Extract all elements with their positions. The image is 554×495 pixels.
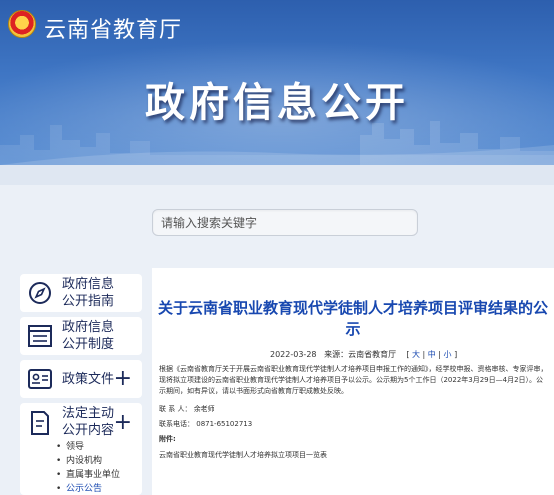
sidebar-sub-list: 领导 内设机构 直属事业单位 公示公告 [56,440,120,495]
banner-divider [0,165,554,185]
sidebar-item-label: 法定主动 公开内容 [62,406,115,438]
sub-item-departments[interactable]: 内设机构 [56,454,120,468]
id-card-icon [28,369,52,389]
document-list-icon [28,325,52,347]
article-date: 2022-03-28 [270,350,317,359]
attachment-link[interactable]: 云南省职业教育现代学徒制人才培养拟立项项目一览表 [159,450,327,460]
font-size-switcher: [ 大 | 中 | 小 ] [406,350,458,359]
contact-person: 联 系 人： 余老师 [159,405,215,413]
sidebar-item-label: 政府信息 公开制度 [62,320,115,352]
national-emblem-logo [8,10,36,38]
article-card: 关于云南省职业教育现代学徒制人才培养项目评审结果的公示 2022-03-28 来… [152,268,554,495]
sidebar-item-policy-files[interactable]: 政策文件 + [20,360,142,398]
compass-icon [29,282,51,304]
font-large-link[interactable]: 大 [412,350,420,359]
font-small-link[interactable]: 小 [444,350,452,359]
expand-plus-icon[interactable]: + [114,412,132,434]
sub-item-public-notices[interactable]: 公示公告 [56,482,120,495]
article-source: 来源：云南省教育厅 [324,350,397,359]
sub-item-leaders[interactable]: 领导 [56,440,120,454]
sidebar-item-guide[interactable]: 政府信息 公开指南 [20,274,142,312]
header-banner: 云南省教育厅 政府信息公开 [0,0,554,165]
article-title: 关于云南省职业教育现代学徒制人才培养项目评审结果的公示 [158,299,549,338]
edit-document-icon [31,411,49,435]
sub-item-affiliated-units[interactable]: 直属事业单位 [56,468,120,482]
sidebar-item-label: 政策文件 [62,371,115,387]
banner-title: 政府信息公开 [145,80,409,126]
attachment-label: 附件: [159,435,176,443]
contact-phone: 联系电话： 0871-65102713 [159,420,253,428]
article-meta: 2022-03-28 来源：云南省教育厅 [ 大 | 中 | 小 ] [270,349,457,360]
site-name[interactable]: 云南省教育厅 [44,12,182,44]
search-box[interactable] [152,209,418,236]
expand-plus-icon[interactable]: + [114,368,132,390]
search-input[interactable] [153,210,417,235]
sidebar-item-system[interactable]: 政府信息 公开制度 [20,317,142,355]
sidebar-item-label: 政府信息 公开指南 [62,277,115,309]
article-body: 根据《云南省教育厅关于开展云南省职业教育现代学徒制人才培养项目申报工作的通知》，… [159,365,548,395]
font-medium-link[interactable]: 中 [428,350,436,359]
